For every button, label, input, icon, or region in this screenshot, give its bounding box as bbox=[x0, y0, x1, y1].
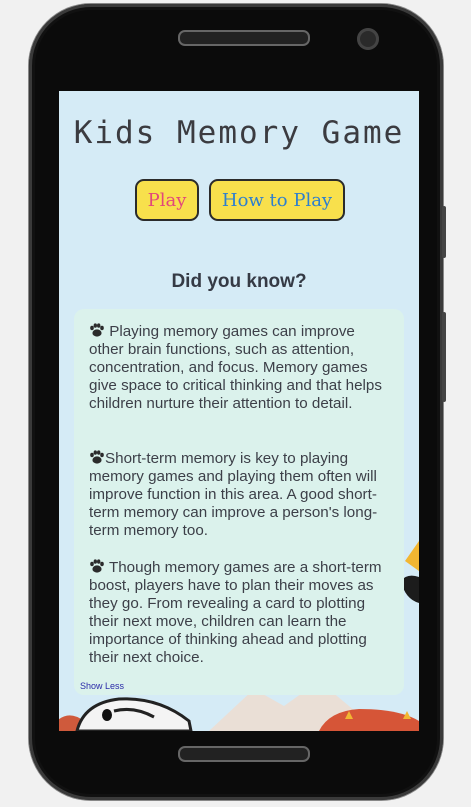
phone-home-bar bbox=[178, 746, 310, 762]
show-less-link[interactable]: Show Less bbox=[80, 681, 124, 691]
phone-camera bbox=[357, 28, 379, 50]
fact-item: Playing memory games can improve other b… bbox=[89, 323, 392, 413]
facts-heading: Did you know? bbox=[171, 271, 307, 292]
phone-volume-button bbox=[442, 206, 446, 258]
app-screen: Kids Memory Game Play How to Play Did yo… bbox=[59, 91, 419, 731]
fact-item: Short-term memory is key to playing memo… bbox=[89, 450, 392, 540]
paw-icon bbox=[90, 559, 104, 573]
paw-icon bbox=[90, 450, 104, 464]
fact-text: Short-term memory is key to playing memo… bbox=[89, 450, 378, 539]
paw-icon bbox=[90, 323, 104, 337]
phone-speaker bbox=[178, 30, 310, 46]
play-button[interactable]: Play bbox=[135, 179, 199, 221]
facts-card: Playing memory games can improve other b… bbox=[74, 309, 404, 695]
fact-text: Though memory games are a short-term boo… bbox=[89, 559, 382, 666]
phone-power-button bbox=[442, 312, 446, 402]
fact-text: Playing memory games can improve other b… bbox=[89, 323, 382, 412]
fact-item: Though memory games are a short-term boo… bbox=[89, 559, 392, 667]
page-title: Kids Memory Game bbox=[73, 115, 405, 151]
how-to-play-button[interactable]: How to Play bbox=[209, 179, 345, 221]
